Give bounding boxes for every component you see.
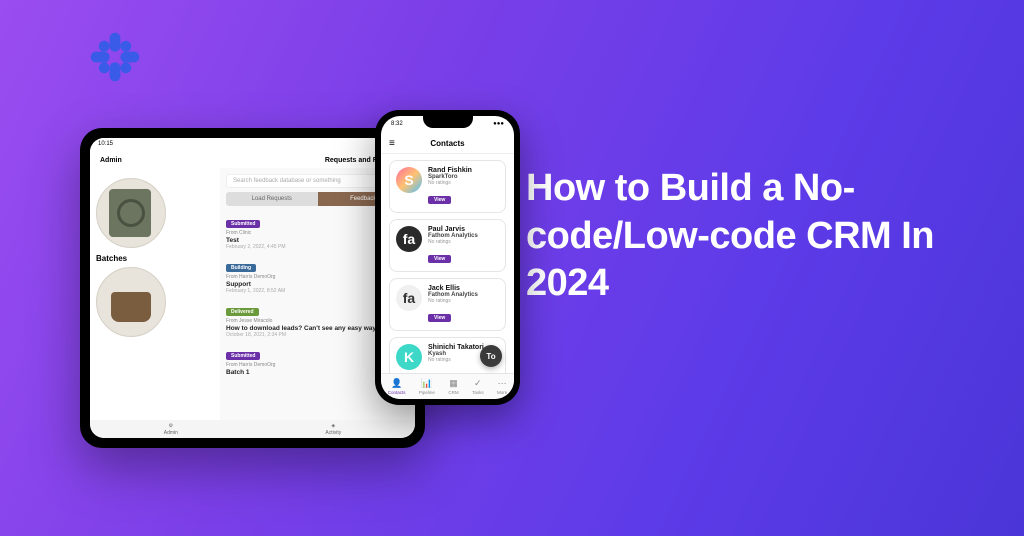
status-badge: Delivered bbox=[226, 308, 259, 316]
tab-icon: ▦ bbox=[449, 378, 458, 389]
view-button[interactable]: View bbox=[428, 314, 451, 322]
contact-card[interactable]: S Rand Fishkin SparkToro No ratings View bbox=[389, 160, 506, 213]
phone-notch bbox=[423, 116, 473, 128]
phone-screen: 8:32●●● ≡ Contacts S Rand Fishkin SparkT… bbox=[381, 116, 514, 399]
contact-name: Paul Jarvis bbox=[428, 226, 499, 233]
view-button[interactable]: View bbox=[428, 255, 451, 263]
tablet-screen: 10:15 Admin Requests and Feedback Batche… bbox=[90, 138, 415, 438]
contacts-list: S Rand Fishkin SparkToro No ratings View… bbox=[381, 154, 514, 376]
phone-header: ≡ Contacts bbox=[381, 134, 514, 154]
tablet-bottom-nav: ⚙ Admin ◈ Activity bbox=[90, 420, 415, 438]
tabbar-item-contacts[interactable]: 👤Contacts bbox=[388, 378, 406, 395]
phone-header-title: Contacts bbox=[430, 139, 464, 148]
contact-sub: No ratings bbox=[428, 298, 499, 304]
avatar: K bbox=[396, 344, 422, 370]
safe-illustration-icon bbox=[96, 178, 166, 248]
contact-name: Jack Ellis bbox=[428, 285, 499, 292]
contact-name: Rand Fishkin bbox=[428, 167, 499, 174]
avatar: S bbox=[396, 167, 422, 193]
avatar: fa bbox=[396, 285, 422, 311]
tab-icon: ✓ bbox=[474, 378, 482, 389]
device-mockups: 10:15 Admin Requests and Feedback Batche… bbox=[80, 110, 520, 470]
page-title: How to Build a No-code/Low-code CRM In 2… bbox=[526, 165, 956, 308]
tabbar-item-more[interactable]: ⋯More bbox=[497, 378, 507, 395]
status-badge: Submitted bbox=[226, 352, 260, 360]
contact-card[interactable]: fa Paul Jarvis Fathom Analytics No ratin… bbox=[389, 219, 506, 272]
phone-frame: 8:32●●● ≡ Contacts S Rand Fishkin SparkT… bbox=[375, 110, 520, 405]
tablet-status-bar: 10:15 bbox=[90, 138, 415, 152]
tabbar-item-tasks[interactable]: ✓Tasks bbox=[472, 378, 484, 395]
view-button[interactable]: View bbox=[428, 196, 451, 204]
tab-icon: 📊 bbox=[421, 378, 432, 389]
contact-card[interactable]: fa Jack Ellis Fathom Analytics No rating… bbox=[389, 278, 506, 331]
contact-sub: No ratings bbox=[428, 239, 499, 245]
contact-sub: No ratings bbox=[428, 180, 499, 186]
avatar: fa bbox=[396, 226, 422, 252]
batches-heading: Batches bbox=[96, 254, 214, 263]
bottom-nav-admin[interactable]: ⚙ Admin bbox=[164, 423, 178, 436]
tablet-nav-admin[interactable]: Admin bbox=[100, 157, 122, 164]
tablet-topbar: Admin Requests and Feedback bbox=[90, 152, 415, 168]
status-badge: Building bbox=[226, 264, 256, 272]
brand-logo-icon bbox=[88, 30, 142, 84]
tab-icon: 👤 bbox=[391, 378, 402, 389]
tab-icon: ⋯ bbox=[498, 378, 507, 389]
tabbar-item-pipeline[interactable]: 📊Pipeline bbox=[419, 378, 435, 395]
tabbar-item-crm[interactable]: ▦CRM bbox=[448, 378, 458, 395]
phone-tabbar: 👤Contacts 📊Pipeline ▦CRM ✓Tasks ⋯More bbox=[381, 373, 514, 399]
tablet-sidebar: Batches bbox=[90, 168, 220, 423]
status-badge: Submitted bbox=[226, 220, 260, 228]
bottom-nav-activity[interactable]: ◈ Activity bbox=[325, 423, 341, 436]
tab-load-requests[interactable]: Load Requests bbox=[226, 192, 318, 206]
chest-illustration-icon bbox=[96, 267, 166, 337]
tablet-frame: 10:15 Admin Requests and Feedback Batche… bbox=[80, 128, 425, 448]
menu-icon[interactable]: ≡ bbox=[389, 138, 395, 149]
to-badge-icon[interactable]: To bbox=[480, 345, 502, 367]
